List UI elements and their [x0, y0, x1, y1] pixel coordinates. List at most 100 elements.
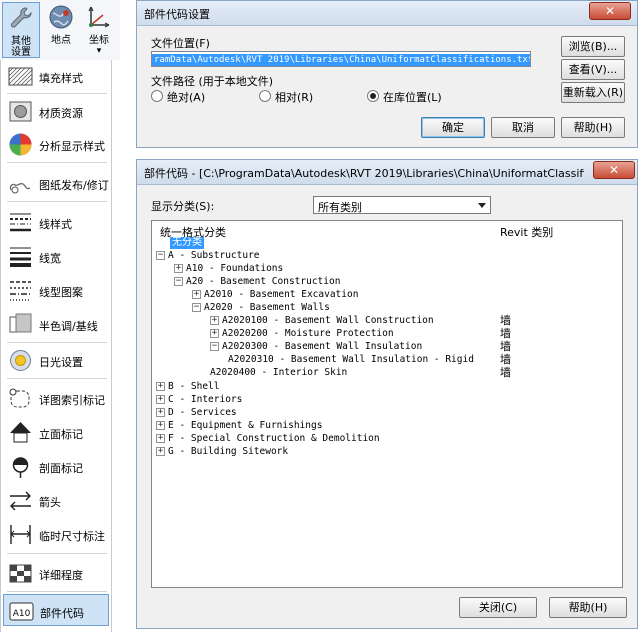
axes-icon — [88, 6, 110, 28]
expand-icon[interactable]: + — [156, 395, 165, 404]
menu-item-label: 材质资源 — [39, 107, 83, 120]
absolute-radio[interactable] — [151, 90, 163, 102]
menu-item-label: 临时尺寸标注 — [39, 530, 105, 543]
line-style-icon — [10, 213, 31, 232]
collapse-icon[interactable]: − — [156, 251, 165, 260]
close-button[interactable]: ✕ — [589, 2, 631, 20]
menu-item-halftone-underlay[interactable]: 半色调/基线 — [3, 308, 109, 340]
menu-item-label: 详细程度 — [39, 569, 83, 582]
fill-pattern-icon — [8, 67, 33, 86]
expand-icon[interactable]: + — [156, 421, 165, 430]
menu-item-section-tags[interactable]: 剖面标记 — [3, 450, 109, 482]
tree-row-category: 墙 — [500, 327, 511, 340]
halftone-icon — [9, 313, 32, 333]
menu-item-label: 图纸发布/修订 — [39, 179, 109, 192]
help-button[interactable]: 帮助(H) — [561, 117, 625, 138]
tree-row-label: E - Equipment & Furnishings — [168, 420, 323, 431]
browse-button[interactable]: 浏览(B)... — [561, 36, 625, 57]
dialog-title-bar: 部件代码设置 ✕ — [137, 1, 637, 26]
menu-item-arrowheads[interactable]: 箭头 — [3, 484, 109, 516]
relative-radio[interactable] — [259, 90, 271, 102]
menu-item-line-styles[interactable]: 线样式 — [3, 206, 109, 238]
file-location-label: 文件位置(F) — [151, 37, 210, 50]
menu-item-elevation-tags[interactable]: 立面标记 — [3, 416, 109, 448]
other-settings-label-top: 其他 — [11, 36, 31, 47]
menu-item-sun-settings[interactable]: 日光设置 — [3, 344, 109, 376]
dialog-title: 部件代码 - [C:\ProgramData\Autodesk\RVT 2019… — [144, 167, 584, 180]
sheet-revision-icon — [9, 182, 31, 194]
menu-item-detail-level[interactable]: 详细程度 — [3, 557, 109, 589]
file-location-input[interactable]: ramData\Autodesk\RVT 2019\Libraries\Chin… — [151, 51, 531, 67]
tree-row-category: 墙 — [500, 340, 511, 353]
wrench-icon — [10, 7, 32, 28]
temp-dimension-icon — [10, 525, 31, 544]
menu-item-sheet-issues-revisions[interactable]: 图纸发布/修订 — [3, 167, 109, 199]
tree-row-label: D - Services — [168, 407, 237, 418]
help-button[interactable]: 帮助(H) — [549, 597, 627, 618]
expand-icon[interactable]: + — [210, 316, 219, 325]
close-dialog-button[interactable]: 关闭(C) — [459, 597, 537, 618]
menu-item-label: 线样式 — [39, 218, 72, 231]
detail-level-icon — [9, 564, 32, 583]
elevation-tag-icon — [10, 422, 31, 443]
menu-divider — [7, 591, 107, 592]
show-category-select[interactable]: 所有类别 — [313, 196, 491, 214]
tree-row-label: A2020400 - Interior Skin — [210, 367, 348, 378]
close-button[interactable]: ✕ — [593, 161, 635, 179]
menu-divider — [7, 201, 107, 202]
arrowhead-icon — [10, 491, 31, 511]
other-settings-button[interactable]: 其他 设置 — [2, 2, 40, 58]
globe-icon — [49, 5, 73, 29]
menu-divider — [7, 553, 107, 554]
expand-icon[interactable]: + — [156, 408, 165, 417]
chevron-down-icon[interactable]: ▾ — [80, 46, 118, 57]
location-button[interactable]: 地点 — [42, 2, 80, 58]
menu-item-analysis-display-styles[interactable]: 分析显示样式 — [3, 128, 109, 160]
menu-item-line-patterns[interactable]: 线型图案 — [3, 274, 109, 306]
ok-button[interactable]: 确定 — [421, 117, 485, 138]
collapse-icon[interactable]: − — [174, 277, 183, 286]
collapse-icon[interactable]: − — [192, 303, 201, 312]
coordinates-label: 坐标 — [89, 35, 109, 46]
reload-button[interactable]: 重新载入(R) — [561, 82, 625, 103]
menu-item-temporary-dimensions[interactable]: 临时尺寸标注 — [3, 518, 109, 550]
menu-item-fill-patterns[interactable]: 填充样式 — [3, 60, 109, 92]
assembly-code-dialog: 部件代码 - [C:\ProgramData\Autodesk\RVT 2019… — [136, 159, 638, 629]
show-category-label: 显示分类(S): — [151, 200, 215, 213]
svg-text:A10: A10 — [13, 609, 31, 619]
classification-tree[interactable]: 统一格式分类 Revit 类别 无分类 − A - Substructure + A10… — [151, 220, 623, 588]
menu-divider — [7, 342, 107, 343]
library-location-radio[interactable] — [367, 90, 379, 102]
expand-icon[interactable]: + — [210, 329, 219, 338]
menu-item-line-weights[interactable]: 线宽 — [3, 240, 109, 272]
material-asset-icon — [9, 101, 32, 122]
relative-radio-label: 相对(R) — [275, 91, 314, 104]
location-label: 地点 — [51, 35, 71, 46]
menu-item-label: 详图索引标记 — [39, 394, 105, 407]
view-button[interactable]: 查看(V)... — [561, 59, 625, 80]
expand-icon[interactable]: + — [156, 447, 165, 456]
tree-row-label: A20 - Basement Construction — [186, 276, 341, 287]
tree-row-category: 墙 — [500, 314, 511, 327]
collapse-icon[interactable]: − — [210, 342, 219, 351]
menu-item-callout-tags[interactable]: 详图索引标记 — [3, 382, 109, 414]
expand-icon[interactable]: + — [174, 264, 183, 273]
tree-row-label: F - Special Construction & Demolition — [168, 433, 380, 444]
coordinates-button[interactable]: 坐标 ▾ — [80, 2, 118, 58]
tree-row-label: A10 - Foundations — [186, 263, 284, 274]
menu-item-material-assets[interactable]: 材质资源 — [3, 95, 109, 127]
callout-tag-icon — [9, 388, 30, 408]
menu-item-label: 半色调/基线 — [39, 320, 98, 333]
expand-icon[interactable]: + — [156, 434, 165, 443]
menu-item-label: 立面标记 — [39, 428, 83, 441]
tree-row-label: A2020300 - Basement Wall Insulation — [222, 341, 423, 352]
menu-item-assembly-code[interactable]: A10 部件代码 — [3, 594, 109, 626]
menu-item-label: 剖面标记 — [39, 462, 83, 475]
cancel-button[interactable]: 取消 — [491, 117, 555, 138]
expand-icon[interactable]: + — [192, 290, 201, 299]
tree-row-label: A2010 - Basement Excavation — [204, 289, 359, 300]
tree-row-label: A2020100 - Basement Wall Construction — [222, 315, 434, 326]
other-settings-menu: 填充样式 材质资源 分析显示样式 图纸发布/修订 线样式 线宽 线型图案 半色调… — [0, 60, 112, 632]
expand-icon[interactable]: + — [156, 382, 165, 391]
assembly-code-settings-dialog: 部件代码设置 ✕ 文件位置(F) ramData\Autodesk\RVT 20… — [136, 0, 638, 148]
